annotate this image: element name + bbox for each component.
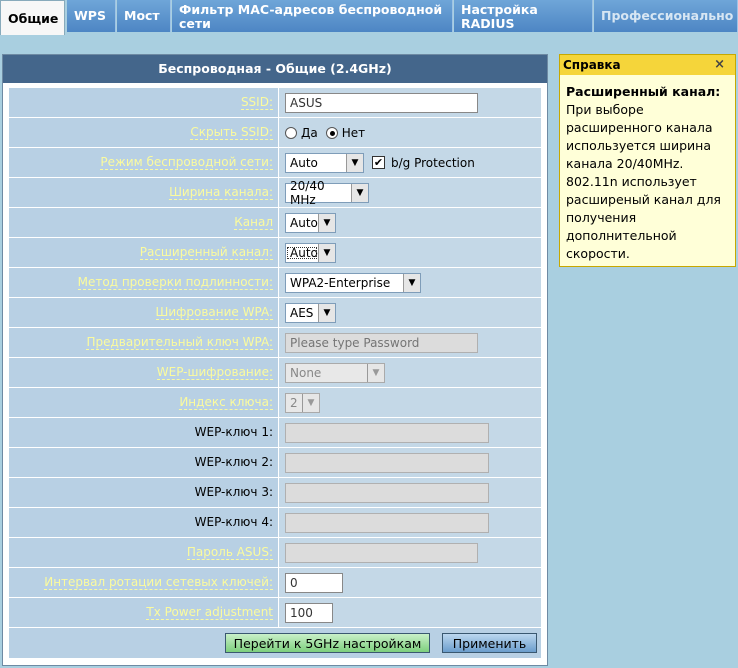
channel-select[interactable]: Auto ▼ bbox=[285, 212, 336, 233]
close-icon[interactable]: × bbox=[714, 55, 725, 75]
mode-label[interactable]: Режим беспроводной сети: bbox=[100, 155, 273, 170]
wep-key-3-input[interactable] bbox=[285, 482, 489, 503]
ssid-input[interactable] bbox=[285, 92, 478, 113]
wpa-key-input[interactable] bbox=[285, 332, 478, 353]
settings-panel: Беспроводная - Общие (2.4GHz) SSID: Скры… bbox=[2, 54, 548, 666]
row-mode: Режим беспроводной сети: Auto ▼ ✔ b/g Pro… bbox=[9, 148, 541, 178]
chevron-down-icon: ▼ bbox=[367, 363, 384, 382]
row-ext-channel: Расширенный канал: Auto ▼ bbox=[9, 238, 541, 268]
bandwidth-label[interactable]: Ширина канала: bbox=[169, 185, 273, 200]
row-tx-power: Tx Power adjustment bbox=[9, 598, 541, 628]
tx-power-input[interactable] bbox=[285, 602, 333, 623]
auth-label[interactable]: Метод проверки подлинности: bbox=[77, 275, 273, 290]
row-wep-key-3: WEP-ключ 3: bbox=[9, 478, 541, 508]
chevron-down-icon: ▼ bbox=[318, 243, 335, 262]
ext-channel-select[interactable]: Auto ▼ bbox=[285, 242, 336, 263]
key-rotation-input[interactable] bbox=[285, 572, 343, 593]
tx-power-label[interactable]: Tx Power adjustment bbox=[146, 605, 273, 620]
hide-ssid-label[interactable]: Скрыть SSID: bbox=[190, 125, 273, 140]
tab-mac-filter[interactable]: Фильтр MAC-адресов беспроводной сети bbox=[172, 0, 453, 32]
channel-label[interactable]: Канал bbox=[234, 215, 273, 230]
wep-enc-label[interactable]: WEP-шифрование: bbox=[156, 365, 273, 380]
tab-wps[interactable]: WPS bbox=[67, 0, 116, 32]
button-row: Перейти к 5GHz настройкам Применить bbox=[9, 628, 541, 658]
hide-ssid-no-label: Нет bbox=[341, 125, 366, 140]
row-wep-key-2: WEP-ключ 2: bbox=[9, 448, 541, 478]
row-key-rotation: Интервал ротации сетевых ключей: bbox=[9, 568, 541, 598]
chevron-down-icon: ▼ bbox=[346, 153, 363, 172]
auth-select[interactable]: WPA2-Enterprise ▼ bbox=[285, 272, 421, 293]
key-index-label[interactable]: Индекс ключа: bbox=[179, 395, 273, 410]
panel-title: Беспроводная - Общие (2.4GHz) bbox=[3, 55, 547, 83]
row-channel: Канал Auto ▼ bbox=[9, 208, 541, 238]
help-heading: Расширенный канал: bbox=[566, 84, 721, 99]
ext-channel-label[interactable]: Расширенный канал: bbox=[139, 245, 273, 260]
bg-protection-label: b/g Protection bbox=[391, 155, 475, 170]
wep-key-2-input[interactable] bbox=[285, 452, 489, 473]
tab-bridge[interactable]: Мост bbox=[117, 0, 171, 32]
hide-ssid-yes-label: Да bbox=[301, 125, 318, 140]
help-text: При выборе расширенного канала используе… bbox=[566, 102, 721, 261]
bandwidth-select[interactable]: 20/40 MHz ▼ bbox=[285, 179, 369, 207]
wpa-enc-select[interactable]: AES ▼ bbox=[285, 302, 336, 323]
tab-bar: Общие WPS Мост Фильтр MAC-адресов беспро… bbox=[0, 0, 738, 35]
row-asus-password: Пароль ASUS: bbox=[9, 538, 541, 568]
key-rotation-label[interactable]: Интервал ротации сетевых ключей: bbox=[44, 575, 273, 590]
row-wep-key-1: WEP-ключ 1: bbox=[9, 418, 541, 448]
wep-key-3-label: WEP-ключ 3: bbox=[194, 485, 273, 499]
tab-professional[interactable]: Профессионально bbox=[594, 0, 738, 32]
row-key-index: Индекс ключа: 2 ▼ bbox=[9, 388, 541, 418]
mode-select[interactable]: Auto ▼ bbox=[285, 152, 364, 173]
hide-ssid-no-radio[interactable] bbox=[325, 126, 338, 139]
tab-general[interactable]: Общие bbox=[0, 0, 65, 35]
row-wep-key-4: WEP-ключ 4: bbox=[9, 508, 541, 538]
chevron-down-icon: ▼ bbox=[318, 303, 335, 322]
asus-password-label[interactable]: Пароль ASUS: bbox=[186, 545, 273, 560]
ssid-label[interactable]: SSID: bbox=[240, 95, 273, 110]
help-box: Справка × Расширенный канал: При выборе … bbox=[559, 54, 736, 267]
key-index-select[interactable]: 2 ▼ bbox=[285, 392, 320, 413]
tab-radius[interactable]: Настройка RADIUS bbox=[454, 0, 593, 32]
wep-key-1-input[interactable] bbox=[285, 422, 489, 443]
apply-button[interactable]: Применить bbox=[442, 633, 537, 653]
chevron-down-icon: ▼ bbox=[351, 183, 368, 202]
asus-password-input[interactable] bbox=[285, 542, 478, 563]
settings-form: SSID: Скрыть SSID: Да Нет Режим беспрово… bbox=[9, 88, 541, 658]
row-wpa-enc: Шифрование WPA: AES ▼ bbox=[9, 298, 541, 328]
help-title: Справка bbox=[563, 58, 621, 72]
wpa-key-label[interactable]: Предварительный ключ WPA: bbox=[86, 335, 273, 350]
wep-key-2-label: WEP-ключ 2: bbox=[194, 455, 273, 469]
wep-key-4-label: WEP-ключ 4: bbox=[194, 515, 273, 529]
bg-protection-checkbox[interactable]: ✔ bbox=[372, 156, 385, 169]
row-wpa-key: Предварительный ключ WPA: bbox=[9, 328, 541, 358]
chevron-down-icon: ▼ bbox=[318, 213, 335, 232]
goto-5ghz-button[interactable]: Перейти к 5GHz настройкам bbox=[225, 633, 430, 653]
wep-key-1-label: WEP-ключ 1: bbox=[194, 425, 273, 439]
wep-key-4-input[interactable] bbox=[285, 512, 489, 533]
row-auth: Метод проверки подлинности: WPA2-Enterpr… bbox=[9, 268, 541, 298]
row-bandwidth: Ширина канала: 20/40 MHz ▼ bbox=[9, 178, 541, 208]
row-hide-ssid: Скрыть SSID: Да Нет bbox=[9, 118, 541, 148]
hide-ssid-yes-radio[interactable] bbox=[285, 126, 297, 139]
row-ssid: SSID: bbox=[9, 88, 541, 118]
chevron-down-icon: ▼ bbox=[403, 273, 420, 292]
wpa-enc-label[interactable]: Шифрование WPA: bbox=[155, 305, 273, 320]
wep-enc-select[interactable]: None ▼ bbox=[285, 362, 385, 383]
chevron-down-icon: ▼ bbox=[302, 393, 319, 412]
row-wep-enc: WEP-шифрование: None ▼ bbox=[9, 358, 541, 388]
